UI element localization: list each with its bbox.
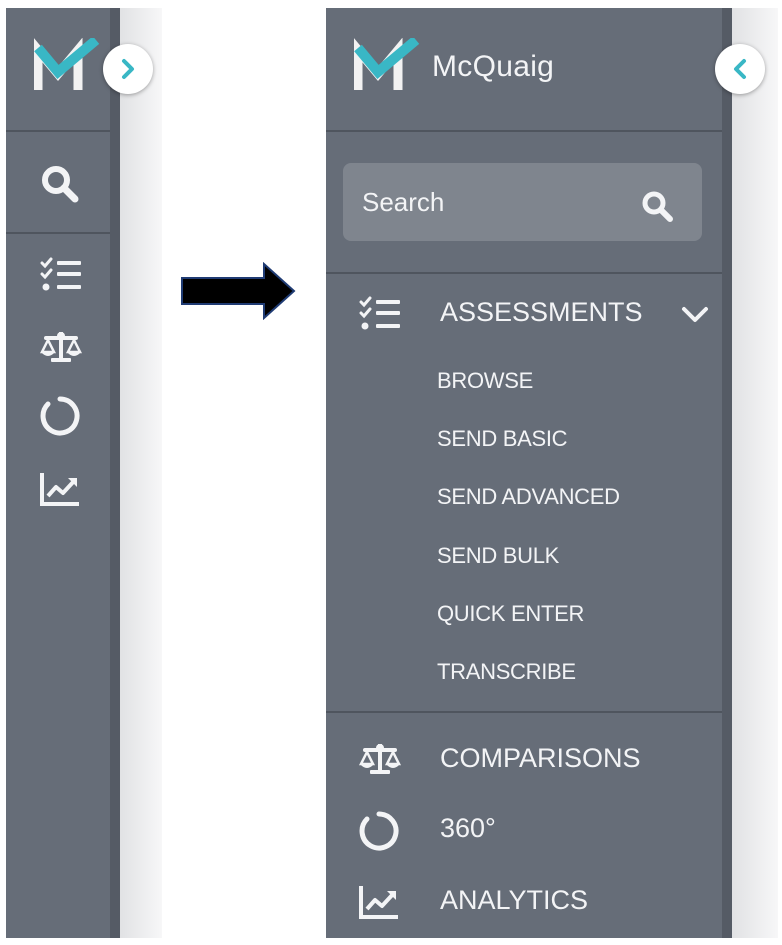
circle-progress-icon[interactable] [40, 396, 80, 436]
submenu-item-send-bulk[interactable]: SEND BULK [437, 543, 559, 569]
submenu-item-transcribe[interactable]: TRANSCRIBE [437, 659, 576, 685]
collapsed-sidebar-edge [110, 8, 120, 938]
mcquaig-logo[interactable] [34, 38, 100, 92]
expanded-content-shadow [732, 8, 778, 938]
submenu-item-send-advanced[interactable]: SEND ADVANCED [437, 484, 620, 510]
chart-line-icon [359, 886, 398, 919]
nav-item-label: ANALYTICS [440, 885, 589, 915]
divider [6, 130, 110, 132]
submenu-item-browse[interactable]: BROWSE [437, 368, 533, 394]
nav-item-label: COMPARISONS [440, 743, 641, 773]
mcquaig-logo[interactable] [354, 38, 420, 92]
search-box [343, 163, 702, 241]
nav-item-label: 360° [440, 813, 496, 843]
search-icon[interactable] [641, 190, 675, 224]
collapse-sidebar-button[interactable] [715, 44, 765, 94]
search-icon[interactable] [39, 164, 81, 204]
divider [326, 272, 722, 274]
chevron-right-icon [122, 59, 134, 79]
submenu-item-send-basic[interactable]: SEND BASIC [437, 426, 568, 452]
brand-name: McQuaig [432, 50, 555, 83]
search-input[interactable] [343, 163, 613, 241]
chart-line-icon[interactable] [39, 471, 81, 507]
expand-sidebar-button[interactable] [103, 44, 153, 94]
divider [326, 130, 722, 132]
chevron-left-icon [734, 59, 746, 79]
scale-icon [358, 744, 402, 774]
expanded-sidebar-edge [722, 8, 732, 938]
circle-progress-icon [359, 811, 399, 851]
checklist-icon [359, 296, 400, 330]
submenu-item-quick-enter[interactable]: QUICK ENTER [437, 601, 584, 627]
arrow-right-icon [181, 262, 296, 320]
divider [326, 711, 722, 713]
scale-icon[interactable] [39, 330, 83, 364]
collapsed-content-shadow [120, 8, 162, 938]
expanded-sidebar-panel [326, 8, 724, 938]
checklist-icon[interactable] [40, 257, 82, 293]
nav-item-label: ASSESSMENTS [440, 297, 643, 327]
chevron-down-icon[interactable] [681, 306, 709, 324]
divider [6, 232, 110, 234]
